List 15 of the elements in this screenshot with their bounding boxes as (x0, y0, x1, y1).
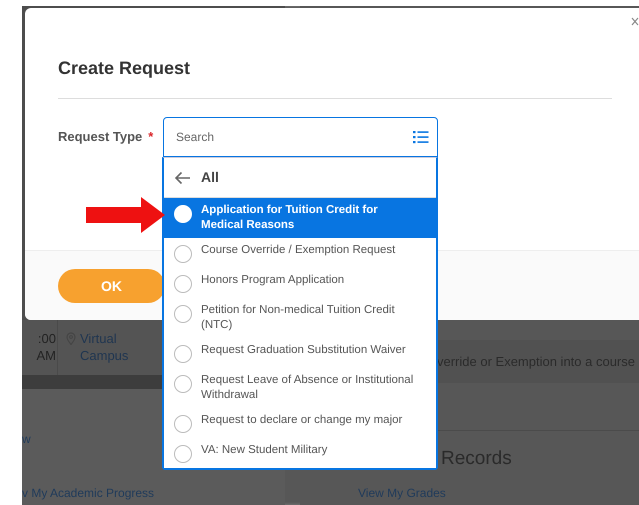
required-mark: * (148, 129, 154, 144)
back-arrow-icon[interactable] (174, 170, 191, 184)
radio-button[interactable] (174, 275, 192, 293)
radio-button[interactable] (174, 445, 192, 463)
dialog-title: Create Request (58, 57, 192, 80)
radio-button[interactable] (174, 305, 192, 323)
radio-button[interactable] (174, 415, 192, 433)
radio-button[interactable] (174, 345, 192, 363)
option-item[interactable]: Application for Tuition Credit for Medical Reasons (164, 198, 436, 238)
list-icon[interactable] (413, 130, 429, 144)
radio-button[interactable] (174, 375, 192, 393)
field-label: Request Type (58, 129, 142, 144)
close-icon[interactable] (631, 16, 639, 26)
radio-button[interactable] (174, 245, 192, 263)
search-field[interactable]: Search (163, 117, 438, 157)
